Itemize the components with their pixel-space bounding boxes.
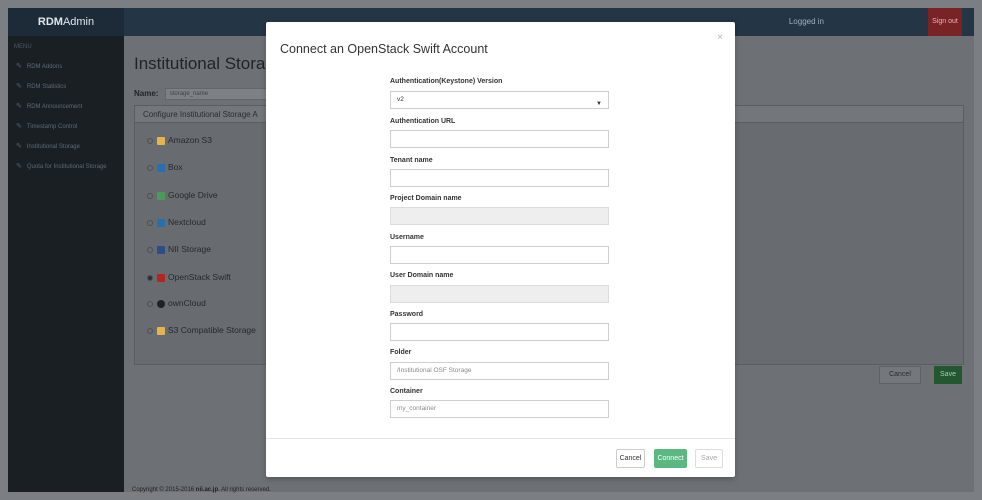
box-icon bbox=[157, 163, 165, 172]
provider-option-owncloud[interactable]: ownCloud bbox=[147, 298, 206, 308]
page-cancel-button[interactable]: Cancel bbox=[879, 366, 921, 384]
tenant-name-label: Tenant name bbox=[390, 157, 433, 164]
sidebar-item-rdm-addons[interactable]: RDM Addons bbox=[8, 56, 124, 76]
username-input[interactable] bbox=[390, 246, 609, 264]
radio-box[interactable] bbox=[147, 164, 153, 171]
radio-owncloud[interactable] bbox=[147, 300, 153, 307]
modal-cancel-button[interactable]: Cancel bbox=[616, 449, 645, 468]
password-input[interactable] bbox=[390, 323, 609, 341]
radio-openstack-swift[interactable] bbox=[147, 274, 153, 281]
username-label: Username bbox=[390, 234, 424, 241]
logged-in-label: Logged in bbox=[788, 17, 824, 26]
sidebar-heading: MENU bbox=[14, 44, 32, 50]
provider-option-openstack-swift[interactable]: OpenStack Swift bbox=[147, 272, 231, 282]
sidebar-item-timestamp-control[interactable]: Timestamp Control bbox=[8, 116, 124, 136]
container-label: Container bbox=[390, 388, 423, 395]
sidebar-item-rdm-statistics[interactable]: RDM Statistics bbox=[8, 76, 124, 96]
google-drive-icon bbox=[157, 191, 165, 200]
name-row: Name: storage_name bbox=[134, 88, 275, 100]
footer-text: Copyright © 2015-2016 bbox=[132, 487, 196, 493]
user-domain-input bbox=[390, 285, 609, 303]
provider-label: ownCloud bbox=[168, 298, 206, 308]
storage-name-input[interactable]: storage_name bbox=[164, 88, 275, 100]
provider-option-google-drive[interactable]: Google Drive bbox=[147, 190, 218, 200]
provider-option-amazon-s3[interactable]: Amazon S3 bbox=[147, 135, 212, 145]
footer-suffix: . All rights reserved. bbox=[218, 487, 271, 493]
brand-rest: Admin bbox=[62, 16, 95, 28]
provider-label: Google Drive bbox=[168, 190, 218, 200]
connect-account-modal: Connect an OpenStack Swift Account × Aut… bbox=[266, 22, 735, 477]
radio-amazon-s3[interactable] bbox=[147, 137, 153, 144]
sidebar-item-rdm-announcement[interactable]: RDM Announcement bbox=[8, 96, 124, 116]
modal-title: Connect an OpenStack Swift Account bbox=[280, 42, 488, 56]
sign-out-button[interactable]: Sign out bbox=[928, 8, 962, 36]
radio-s3-compatible[interactable] bbox=[147, 327, 153, 334]
s3-compatible-icon bbox=[157, 326, 165, 335]
user-domain-label: User Domain name bbox=[390, 272, 454, 279]
footer-copyright: Copyright © 2015-2016 nii.ac.jp. All rig… bbox=[132, 487, 271, 493]
page-save-button[interactable]: Save bbox=[934, 366, 962, 384]
owncloud-icon bbox=[157, 299, 165, 308]
modal-footer-divider bbox=[266, 438, 735, 439]
auth-version-value: v2 bbox=[397, 96, 404, 103]
folder-label: Folder bbox=[390, 349, 412, 356]
amazon-s3-icon bbox=[157, 136, 165, 145]
provider-option-nii-storage[interactable]: NII Storage bbox=[147, 244, 211, 254]
nextcloud-icon bbox=[157, 218, 165, 227]
page-title: Institutional Storage bbox=[134, 54, 285, 73]
brand-logo[interactable]: RDMAdmin bbox=[8, 8, 124, 36]
radio-nii-storage[interactable] bbox=[147, 246, 153, 253]
project-domain-input bbox=[390, 207, 609, 225]
tenant-name-input[interactable] bbox=[390, 169, 609, 187]
container-input[interactable]: my_container bbox=[390, 400, 609, 418]
provider-label: Nextcloud bbox=[168, 217, 206, 227]
folder-input[interactable]: /Institutional OSF Storage bbox=[390, 362, 609, 380]
close-icon[interactable]: × bbox=[717, 32, 723, 43]
project-domain-label: Project Domain name bbox=[390, 195, 462, 202]
chevron-down-icon: ▼ bbox=[596, 101, 602, 107]
radio-google-drive[interactable] bbox=[147, 192, 153, 199]
modal-save-button[interactable]: Save bbox=[695, 449, 723, 468]
password-label: Password bbox=[390, 311, 424, 318]
auth-url-input[interactable] bbox=[390, 130, 609, 148]
auth-version-select[interactable]: v2 ▼ bbox=[390, 91, 609, 109]
auth-version-label: Authentication(Keystone) Version bbox=[390, 78, 503, 85]
provider-label: Box bbox=[168, 162, 183, 172]
footer-link[interactable]: nii.ac.jp bbox=[196, 487, 218, 493]
provider-label: NII Storage bbox=[168, 244, 211, 254]
sidebar: MENU RDM Addons RDM Statistics RDM Annou… bbox=[8, 36, 124, 492]
name-label: Name: bbox=[134, 89, 159, 99]
sidebar-item-institutional-storage[interactable]: Institutional Storage bbox=[8, 136, 124, 156]
brand-bold: RDM bbox=[37, 16, 63, 28]
provider-option-box[interactable]: Box bbox=[147, 162, 183, 172]
provider-option-s3-compatible[interactable]: S3 Compatible Storage bbox=[147, 325, 256, 335]
openstack-swift-icon bbox=[157, 273, 165, 282]
connect-button[interactable]: Connect bbox=[654, 449, 687, 468]
auth-url-label: Authentication URL bbox=[390, 118, 456, 125]
provider-label: Amazon S3 bbox=[168, 135, 212, 145]
provider-option-nextcloud[interactable]: Nextcloud bbox=[147, 217, 206, 227]
sidebar-item-quota[interactable]: Quota for Institutional Storage bbox=[8, 156, 124, 176]
nii-storage-icon bbox=[157, 245, 165, 254]
provider-label: OpenStack Swift bbox=[168, 272, 231, 282]
provider-label: S3 Compatible Storage bbox=[168, 325, 256, 335]
radio-nextcloud[interactable] bbox=[147, 219, 153, 226]
